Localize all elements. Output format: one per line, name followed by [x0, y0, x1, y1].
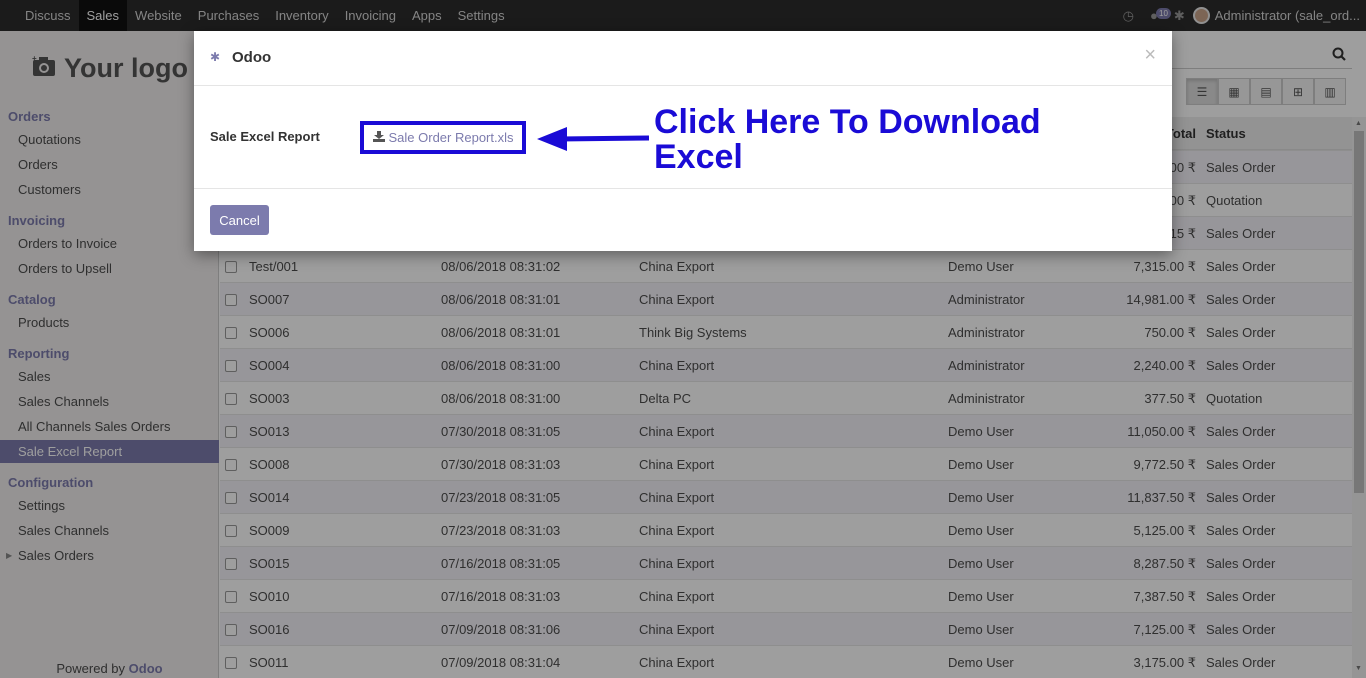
cancel-button[interactable]: Cancel [210, 205, 269, 235]
dialog-footer: Cancel [194, 189, 1172, 251]
dialog-title: Odoo [232, 49, 272, 66]
close-icon[interactable]: × [1144, 44, 1156, 67]
dialog-body: Sale Excel Report Sale Order Report.xls … [194, 86, 1172, 189]
download-icon [372, 130, 385, 145]
report-dialog: ✱ Odoo × Sale Excel Report Sale Order Re… [194, 31, 1172, 251]
dialog-header: ✱ Odoo × [194, 31, 1172, 86]
download-link[interactable]: Sale Order Report.xls [360, 121, 526, 154]
callout-line-2: Excel [654, 138, 743, 176]
annotation-arrow [537, 127, 649, 151]
field-label: Sale Excel Report [210, 129, 320, 144]
bug-icon: ✱ [210, 50, 221, 64]
callout-line-1: Click Here To Download [654, 103, 1041, 141]
download-link-text[interactable]: Sale Order Report.xls [389, 130, 514, 145]
annotation-callout: Click Here To Download Excel [654, 105, 1041, 175]
